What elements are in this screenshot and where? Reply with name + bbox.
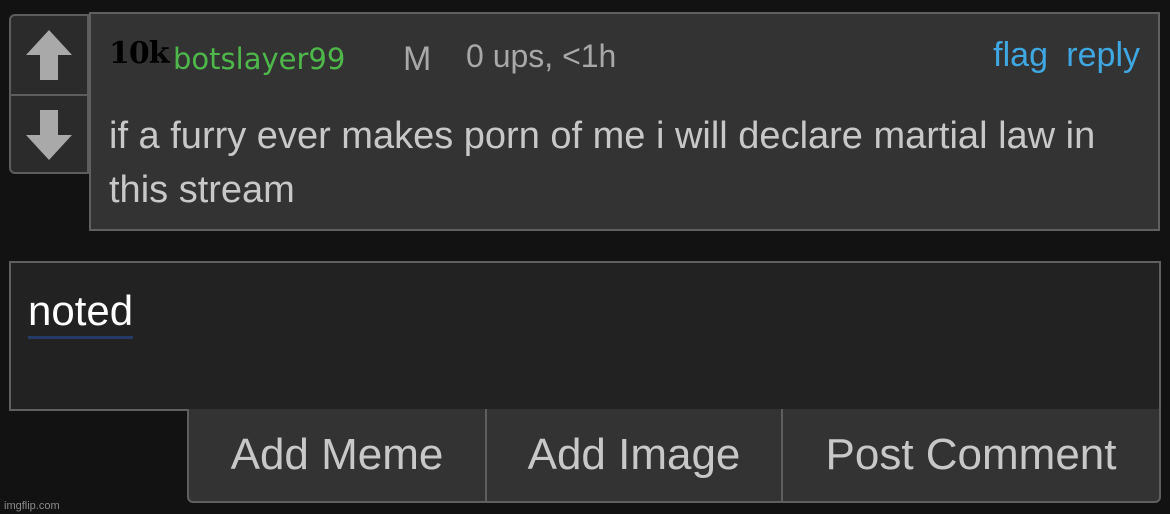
add-meme-button[interactable]: Add Meme xyxy=(189,409,485,501)
vote-column xyxy=(9,14,89,174)
add-image-button[interactable]: Add Image xyxy=(485,409,781,501)
username-link[interactable]: botslayer99 xyxy=(173,42,345,76)
watermark: imgflip.com xyxy=(4,500,60,512)
arrow-up-icon xyxy=(26,30,72,80)
reply-actions: Add Meme Add Image Post Comment xyxy=(187,409,1161,503)
comment-meta: 0 ups, <1h xyxy=(466,38,617,74)
reply-text-value: noted xyxy=(28,287,134,339)
upvote-button[interactable] xyxy=(11,16,87,96)
arrow-down-icon xyxy=(26,110,72,160)
downvote-button[interactable] xyxy=(11,96,87,174)
reply-textarea[interactable]: noted xyxy=(9,261,1161,411)
user-gender: M xyxy=(403,40,432,78)
post-comment-button[interactable]: Post Comment xyxy=(781,409,1159,501)
comment-header: 10k botslayer99 M 0 ups, <1h flag reply xyxy=(109,34,1140,82)
reply-link[interactable]: reply xyxy=(1066,36,1140,75)
user-points-badge: 10k xyxy=(109,36,170,71)
comment-text: if a furry ever makes porn of me i will … xyxy=(109,115,1096,211)
comment: 10k botslayer99 M 0 ups, <1h flag reply … xyxy=(89,12,1160,231)
flag-link[interactable]: flag xyxy=(993,36,1048,75)
